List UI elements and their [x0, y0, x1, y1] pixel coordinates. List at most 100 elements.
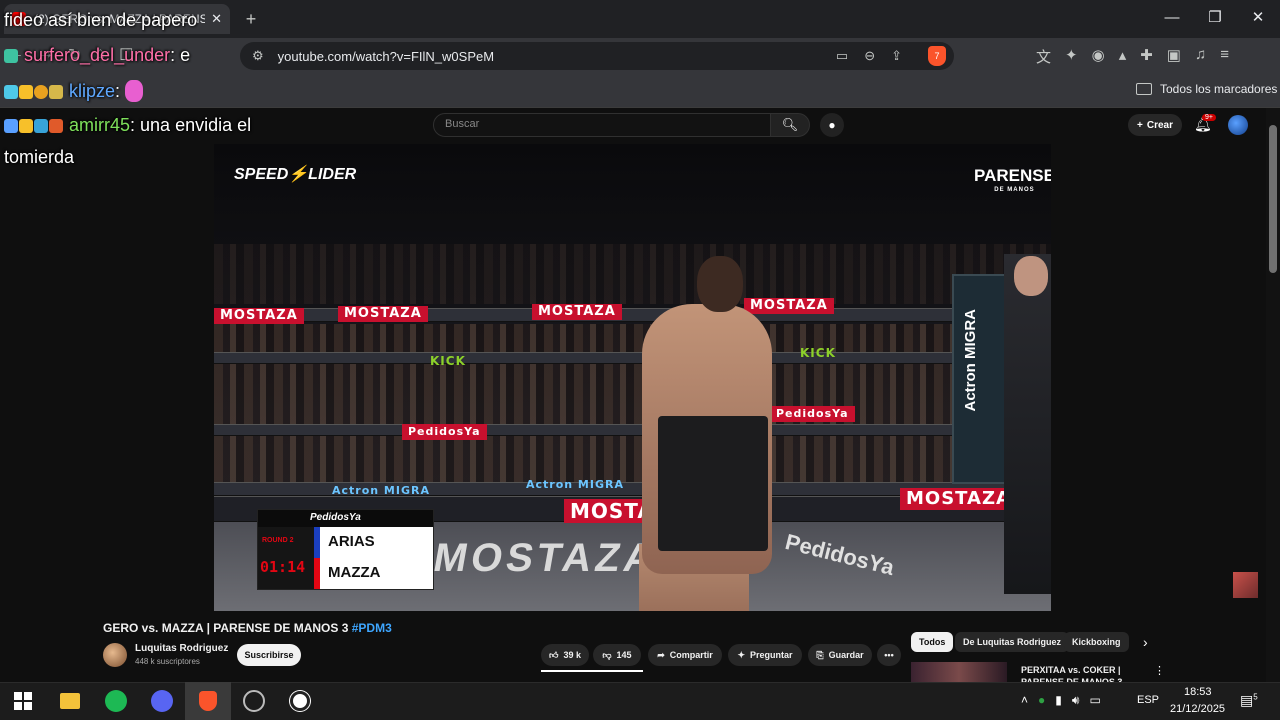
- network-icon[interactable]: ▭: [1089, 693, 1100, 708]
- tray-expand-icon[interactable]: ˄: [1021, 693, 1028, 708]
- chat-badge-icon: [4, 119, 18, 133]
- clock-app-icon: [290, 691, 310, 711]
- input-language[interactable]: ESP: [1137, 694, 1159, 706]
- sidebar-icon[interactable]: ▣: [1167, 46, 1181, 67]
- menu-icon[interactable]: ≡: [1220, 46, 1229, 67]
- ring-corner-post: [952, 274, 1008, 484]
- notification-center-icon[interactable]: ▤5: [1240, 692, 1258, 709]
- recommended-more-icon[interactable]: ⋮: [1154, 664, 1165, 677]
- all-bookmarks-button[interactable]: Todos los marcadores: [1136, 82, 1277, 96]
- cast-icon[interactable]: ▭: [836, 48, 848, 64]
- rope-sponsor-2: MOSTAZA: [338, 306, 428, 322]
- chip-kickboxing[interactable]: Kickboxing: [1064, 632, 1129, 652]
- zoom-icon[interactable]: ⊖: [864, 48, 875, 64]
- taskbar-file-explorer[interactable]: [47, 682, 93, 720]
- rope-sponsor-1: MOSTAZA: [214, 308, 304, 324]
- recommended-video-thumbnail[interactable]: [911, 662, 1007, 682]
- taskbar-clock-app[interactable]: [277, 682, 323, 720]
- search-button[interactable]: 🔍︎: [770, 113, 810, 137]
- window-maximize-button[interactable]: ❐: [1201, 6, 1229, 30]
- share-label: Compartir: [669, 650, 713, 660]
- referee-head: [1014, 256, 1048, 296]
- new-tab-button[interactable]: +: [240, 8, 262, 30]
- translate-icon[interactable]: 文: [1036, 46, 1051, 67]
- address-bar[interactable]: ⚙ youtube.com/watch?v=FIlN_w0SPeM ▭ ⊖ ⇪: [240, 42, 954, 70]
- folder-icon: [60, 693, 80, 709]
- vpn-icon[interactable]: ◉: [1092, 46, 1105, 67]
- chat-text: : una envidia el: [130, 115, 252, 135]
- chat-text: tomierda: [4, 147, 75, 167]
- like-ratio-bar: [541, 670, 643, 672]
- create-button[interactable]: + Crear: [1128, 114, 1182, 136]
- bookmarks-bar: [0, 74, 1280, 108]
- extensions-puzzle-icon[interactable]: ✚: [1140, 46, 1153, 67]
- search-input[interactable]: Buscar: [433, 113, 771, 137]
- save-label: Guardar: [828, 650, 864, 660]
- clock-time[interactable]: 18:53: [1184, 686, 1212, 698]
- ask-label: Preguntar: [750, 650, 793, 660]
- chips-next-chevron-icon[interactable]: ›: [1143, 634, 1148, 650]
- shield-badge-icon: [34, 119, 48, 133]
- taskbar-app-sphere[interactable]: [231, 682, 277, 720]
- extension-icon[interactable]: ✦: [1065, 46, 1078, 67]
- taskbar-brave[interactable]: [185, 682, 231, 720]
- channel-avatar[interactable]: [103, 643, 127, 667]
- taskbar-spotify[interactable]: [93, 682, 139, 720]
- chip-all[interactable]: Todos: [911, 632, 954, 652]
- like-button[interactable]: 👍︎ 39 k: [541, 644, 589, 666]
- voice-search-button[interactable]: ●: [820, 113, 844, 137]
- chip-from-channel[interactable]: De Luquitas Rodriguez: [955, 632, 1070, 652]
- share-button[interactable]: ➦ Compartir: [648, 644, 722, 666]
- save-button[interactable]: ⎘ Guardar: [808, 644, 872, 666]
- ring-rope-3: [214, 424, 1051, 436]
- parense-de-manos-logo: PARENSE DE MANOS: [974, 167, 1051, 197]
- media-icon[interactable]: ♫: [1195, 46, 1206, 67]
- dislike-button[interactable]: 👎︎ 145: [593, 644, 641, 666]
- sparkle-icon: ✦: [737, 649, 746, 660]
- clock-date[interactable]: 21/12/2025: [1170, 703, 1225, 715]
- pedidosya-rope-1: PedidosYa: [402, 424, 487, 440]
- fighter-bottom-name: MAZZA: [320, 558, 433, 589]
- chat-username: surfero_del_under: [24, 45, 171, 65]
- window-close-button[interactable]: ✕: [1244, 6, 1272, 30]
- subscribe-button[interactable]: Suscribirse: [237, 644, 301, 666]
- chat-text: : e: [170, 45, 191, 65]
- scrollbar-thumb[interactable]: [1269, 125, 1277, 273]
- channel-name[interactable]: Luquitas Rodriguez: [135, 643, 228, 654]
- volume-icon[interactable]: 🔊︎: [1072, 693, 1080, 708]
- brave-shields-icon[interactable]: 7: [928, 46, 946, 66]
- miniplayer-thumbnail[interactable]: [1233, 572, 1258, 598]
- coin-badge-icon: [34, 85, 48, 99]
- sub-badge-icon: [49, 119, 63, 133]
- microphone-icon: ●: [828, 118, 836, 132]
- crown-badge-icon: [19, 119, 33, 133]
- video-hashtag[interactable]: #PDM3: [352, 621, 392, 635]
- share-icon[interactable]: ⇪: [891, 48, 902, 64]
- more-actions-button[interactable]: •••: [877, 644, 901, 666]
- referee-figure: [1004, 254, 1051, 594]
- chat-badge-icon: [4, 49, 18, 63]
- scoreboard-sponsor: PedidosYa: [258, 510, 433, 527]
- chat-badge-icon: [4, 85, 18, 99]
- url-text[interactable]: youtube.com/watch?v=FIlN_w0SPeM: [278, 49, 820, 64]
- account-avatar[interactable]: [1228, 115, 1248, 135]
- start-button[interactable]: [0, 682, 46, 720]
- video-player[interactable]: MOSTAZA MOSTAZA MOSTAZA MOSTAZA KICK KIC…: [214, 144, 1051, 611]
- microphone-tray-icon[interactable]: ▮: [1055, 693, 1062, 708]
- tray-app-icon[interactable]: ●: [1038, 693, 1045, 708]
- canvas-mostaza-logo: MOSTAZA: [430, 536, 661, 580]
- corner-post-logo: Actron MIGRA: [962, 309, 979, 412]
- extension-icons: 文 ✦ ◉ ▴ ✚ ▣ ♫ ≡: [1036, 46, 1229, 67]
- video-title: GERO vs. MAZZA | PARENSE DE MANOS 3 #PDM…: [103, 621, 392, 635]
- crown-badge-icon: [19, 85, 33, 99]
- taskbar-discord[interactable]: [139, 682, 185, 720]
- rope-sponsor-3: MOSTAZA: [532, 304, 622, 320]
- wallet-icon[interactable]: ▴: [1119, 46, 1127, 67]
- ask-button[interactable]: ✦ Preguntar: [728, 644, 802, 666]
- thumbs-up-icon: 👍︎: [549, 649, 559, 660]
- chat-message-1: surfero_del_under: e: [4, 45, 190, 66]
- window-minimize-button[interactable]: —: [1158, 6, 1186, 30]
- crowd-front: [214, 324, 1051, 484]
- tab-close-icon[interactable]: ✕: [211, 11, 222, 27]
- site-info-icon[interactable]: ⚙: [252, 48, 264, 64]
